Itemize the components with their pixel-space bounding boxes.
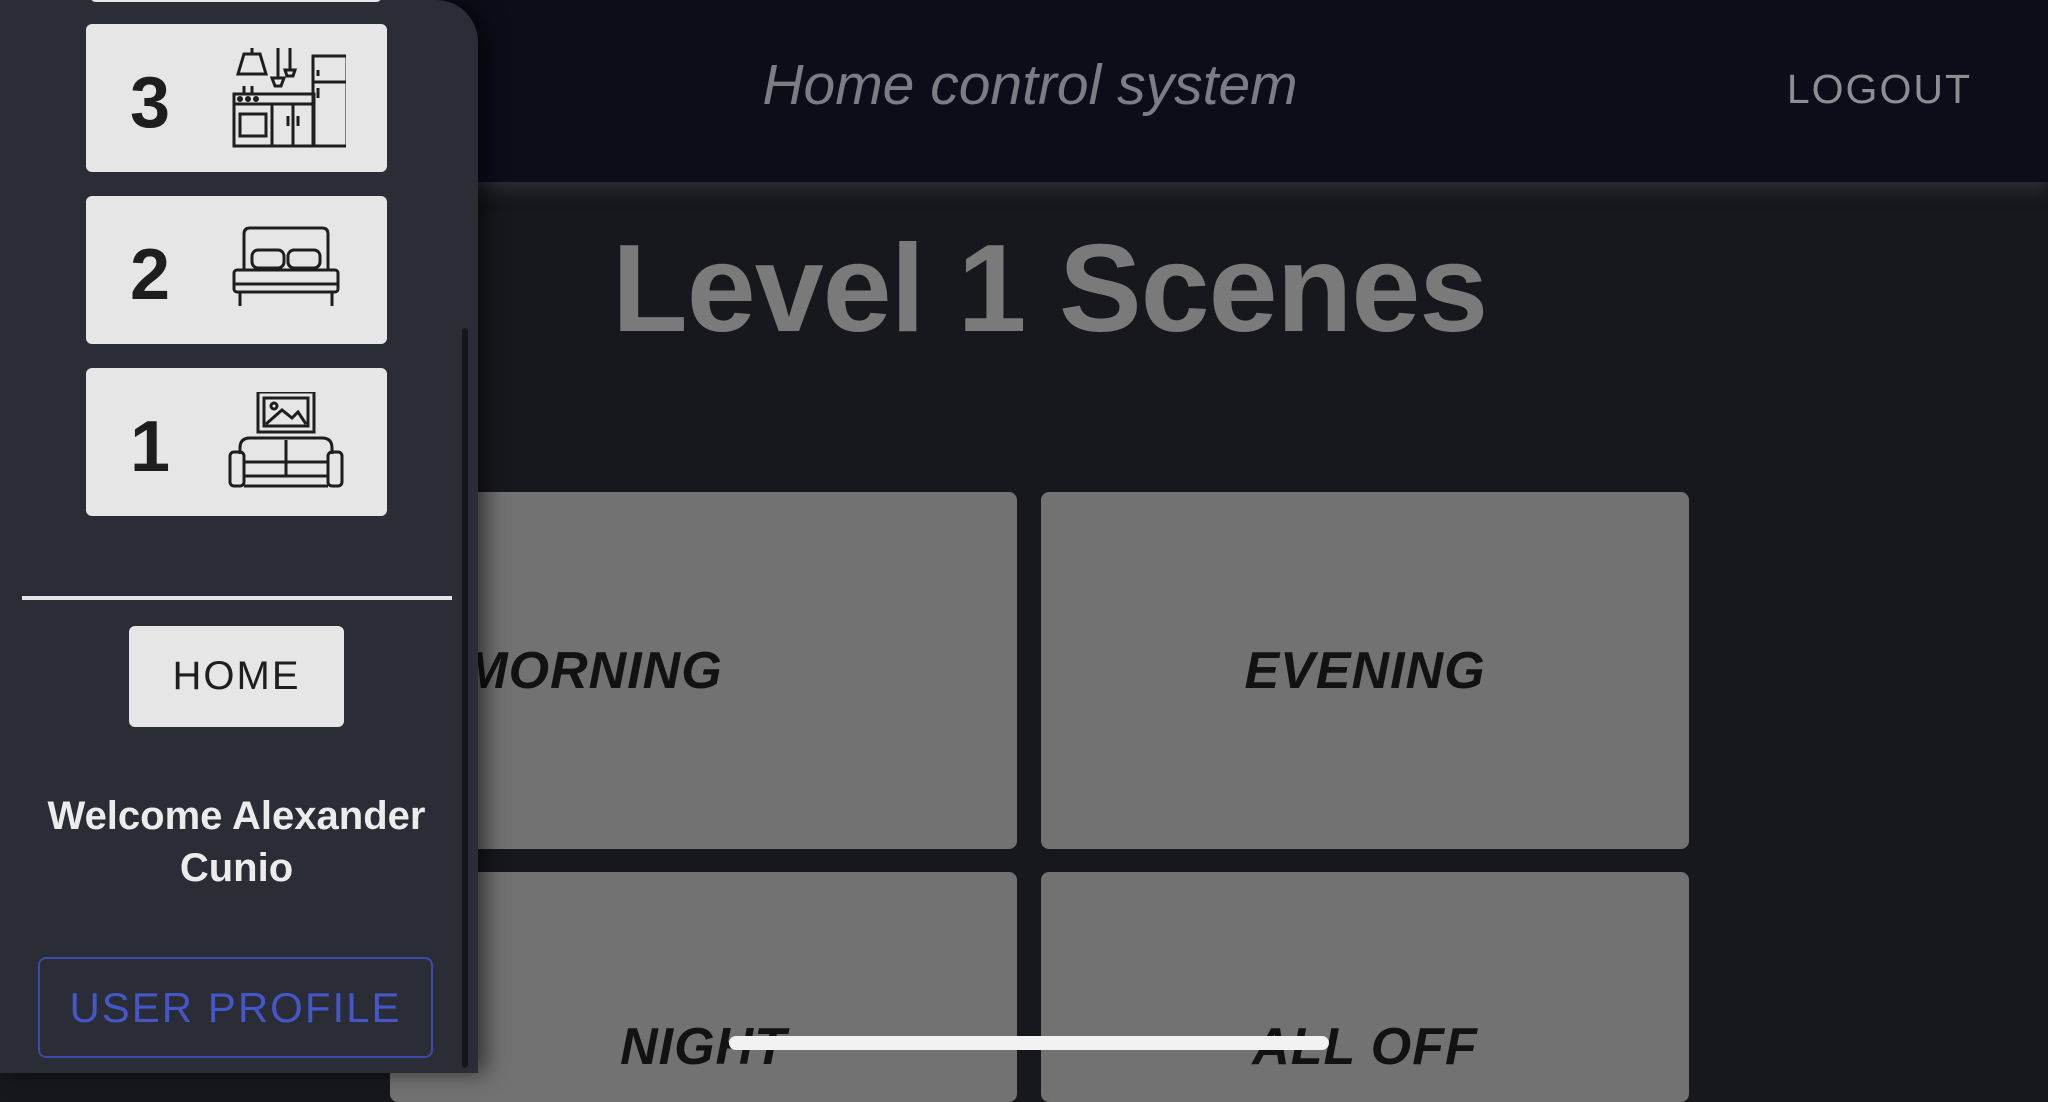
scene-label: MORNING [464,641,723,700]
scene-tile-night[interactable]: NIGHT [390,872,1017,1102]
sidebar-divider [22,596,452,600]
sidebar-scrollbar[interactable] [462,328,468,1068]
level-number: 3 [130,63,171,143]
level-1-button[interactable]: 1 [86,368,387,516]
kitchen-icon [232,48,346,148]
page-title: Level 1 Scenes [612,220,1488,358]
living-room-icon [228,392,344,488]
level-number: 1 [130,407,171,487]
level-3-button[interactable]: 3 [86,24,387,172]
scene-label: EVENING [1244,641,1486,700]
scene-tile-evening[interactable]: EVENING [1041,492,1689,849]
level-number: 2 [130,235,171,315]
logout-button[interactable]: LOGOUT [1787,66,1972,113]
home-indicator-bar[interactable] [729,1036,1329,1050]
scene-tile-all-off[interactable]: ALL OFF [1041,872,1689,1102]
scene-tile-morning[interactable]: MORNING [390,492,1017,849]
sidebar: 3 2 1 HOME Welcome Alexander Cunio USER … [0,0,478,1073]
level-2-button[interactable]: 2 [86,196,387,344]
level-button-partial[interactable] [90,0,382,2]
app-title: Home control system [762,53,1298,117]
home-button[interactable]: HOME [129,626,344,727]
welcome-message: Welcome Alexander Cunio [47,794,426,890]
user-profile-button[interactable]: USER PROFILE [38,957,433,1058]
bed-icon [232,226,340,306]
